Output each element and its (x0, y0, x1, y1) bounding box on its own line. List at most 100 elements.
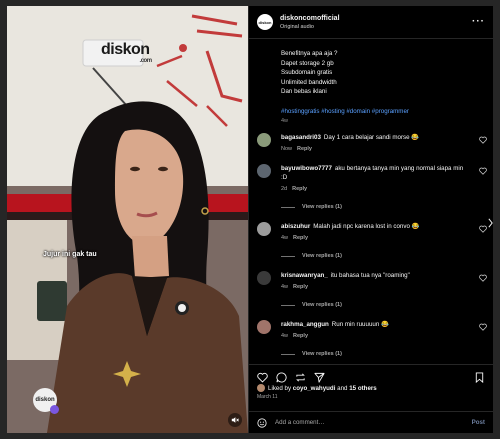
like-comment-heart-icon[interactable] (479, 167, 487, 175)
video-brand-logo: diskon .com (101, 41, 152, 64)
comment-text: Malah jadi npc karena lost in convo 😂 (313, 223, 420, 230)
comment-meta: 4w Reply (281, 234, 467, 243)
repost-icon[interactable] (295, 372, 306, 383)
likes-summary[interactable]: Liked by coyo_wahyudi and 15 others (257, 384, 377, 392)
view-replies-button[interactable]: View replies (1) (281, 253, 342, 259)
like-heart-icon[interactable] (257, 372, 268, 383)
speaker-muted-icon (231, 417, 239, 423)
audio-label[interactable]: Original audio (280, 24, 340, 30)
author-avatar[interactable]: diskon (257, 14, 273, 30)
post-caption: Benefitnya apa aja ? Dapet storage 2 gb … (249, 39, 493, 127)
comment-item: krisnawanryan_ itu bahasa tua nya "roamin… (257, 271, 487, 292)
add-comment-input[interactable] (275, 419, 472, 426)
comment-text: Day 1 cara belajar sandi morse 😂 (323, 134, 419, 141)
likes-prefix: Liked by (268, 384, 292, 392)
add-comment-bar: Post (249, 411, 493, 433)
reply-button[interactable]: Reply (292, 186, 307, 192)
caption-line: Unlimited bandwidth (281, 78, 337, 86)
comment-bubble-icon[interactable] (276, 372, 287, 383)
comment-item: bayuwibowo7777 aku bertanya tanya min yan… (257, 164, 487, 194)
caption-hashtags[interactable]: #hostinggratis #hosting #domain #program… (281, 107, 483, 117)
badge-text: diskon (35, 397, 55, 403)
comment-body: bagasandri03 Day 1 cara belajar sandi mor… (281, 133, 467, 154)
view-replies-line (281, 206, 295, 208)
comment-time: 4w (281, 333, 289, 339)
author-avatar-text: diskon (258, 19, 272, 25)
commenter-username[interactable]: rakhma_anggun (281, 321, 329, 328)
view-replies-label: View replies (1) (302, 204, 342, 210)
author-username[interactable]: diskoncomofficial (280, 15, 340, 22)
caption-line: Ssubdomain gratis (281, 69, 333, 76)
comment-meta: 2d Reply (281, 185, 467, 194)
save-bookmark-icon[interactable] (474, 372, 485, 383)
view-replies-button[interactable]: View replies (1) (281, 351, 342, 357)
commenter-username[interactable]: krisnawanryan_ (281, 272, 328, 279)
post-details-panel: diskon diskoncomofficial Original audio … (248, 6, 493, 433)
post-date: March 11 (257, 394, 278, 400)
author-info: diskoncomofficial Original audio (280, 15, 340, 30)
commenter-username[interactable]: bayuwibowo7777 (281, 165, 332, 172)
badge-dot (50, 405, 59, 414)
comment-text: itu bahasa tua nya "roaming" (330, 272, 410, 279)
commenter-avatar[interactable] (257, 271, 271, 285)
comment-body: rakhma_anggun Run min ruuuuun 😂 4w Reply (281, 320, 467, 341)
comment-meta: 4w Reply (281, 332, 467, 341)
caption-line: Benefitnya apa aja ? (281, 50, 338, 57)
comment-time: 2d (281, 186, 288, 192)
post-modal: diskon .com Jujur ini gak tau diskon dis… (7, 6, 493, 433)
comment-meta: 4w Reply (281, 283, 467, 292)
commenter-avatar[interactable] (257, 222, 271, 236)
comment-item: bagasandri03 Day 1 cara belajar sandi mor… (257, 133, 487, 154)
brand-logo-domain: .com (139, 58, 153, 64)
reel-video[interactable]: diskon .com Jujur ini gak tau diskon (7, 6, 248, 433)
reply-button[interactable]: Reply (293, 235, 308, 241)
caption-timestamp: 4w (281, 118, 289, 124)
mute-toggle-button[interactable] (228, 413, 242, 427)
like-comment-heart-icon[interactable] (479, 136, 487, 144)
view-replies-label: View replies (1) (302, 253, 342, 259)
post-comment-button[interactable]: Post (472, 419, 485, 426)
video-brand-badge: diskon (33, 388, 59, 414)
reply-button[interactable]: Reply (297, 146, 312, 152)
more-options-icon[interactable]: ··· (472, 16, 485, 27)
view-replies-line (281, 255, 295, 257)
view-replies-label: View replies (1) (302, 351, 342, 357)
comment-body: bayuwibowo7777 aku bertanya tanya min yan… (281, 164, 467, 194)
video-frame-image (7, 6, 248, 433)
view-replies-line (281, 353, 295, 355)
view-replies-button[interactable]: View replies (1) (281, 204, 342, 210)
view-replies-button[interactable]: View replies (1) (281, 302, 342, 308)
comment-time: Now (281, 146, 293, 152)
commenter-avatar[interactable] (257, 164, 271, 178)
likes-connector: and (337, 384, 348, 392)
comment-body: krisnawanryan_ itu bahasa tua nya "roamin… (281, 271, 467, 292)
commenter-username[interactable]: abiszuhur (281, 223, 310, 230)
caption-line: Dan bebas iklani (281, 88, 327, 95)
comment-item: abiszuhur Malah jadi npc karena lost in c… (257, 222, 487, 243)
comment-body: abiszuhur Malah jadi npc karena lost in c… (281, 222, 467, 243)
view-replies-label: View replies (1) (302, 302, 342, 308)
brand-logo-text: diskon (101, 41, 150, 58)
comment-time: 4w (281, 284, 289, 290)
share-paper-plane-icon[interactable] (314, 372, 325, 383)
comment-meta: Now Reply (281, 145, 467, 154)
reply-button[interactable]: Reply (293, 284, 308, 290)
view-replies-line (281, 304, 295, 306)
chevron-right-icon[interactable] (488, 218, 493, 228)
emoji-smile-icon[interactable] (257, 417, 267, 428)
like-comment-heart-icon[interactable] (479, 323, 487, 331)
commenter-avatar[interactable] (257, 320, 271, 334)
commenter-avatar[interactable] (257, 133, 271, 147)
like-comment-heart-icon[interactable] (479, 225, 487, 233)
video-overlay-caption: Jujur ini gak tau (43, 251, 97, 258)
commenter-username[interactable]: bagasandri03 (281, 134, 321, 141)
likes-others-count[interactable]: 15 others (349, 385, 377, 392)
liker-avatar (257, 384, 265, 392)
caption-line: Dapet storage 2 gb (281, 59, 334, 67)
comment-text: Run min ruuuuun 😂 (331, 321, 389, 328)
reply-button[interactable]: Reply (293, 333, 308, 339)
comment-time: 4w (281, 235, 289, 241)
liker-username[interactable]: coyo_wahyudi (293, 385, 336, 392)
like-comment-heart-icon[interactable] (479, 274, 487, 282)
comment-item: rakhma_anggun Run min ruuuuun 😂 4w Reply (257, 320, 487, 341)
